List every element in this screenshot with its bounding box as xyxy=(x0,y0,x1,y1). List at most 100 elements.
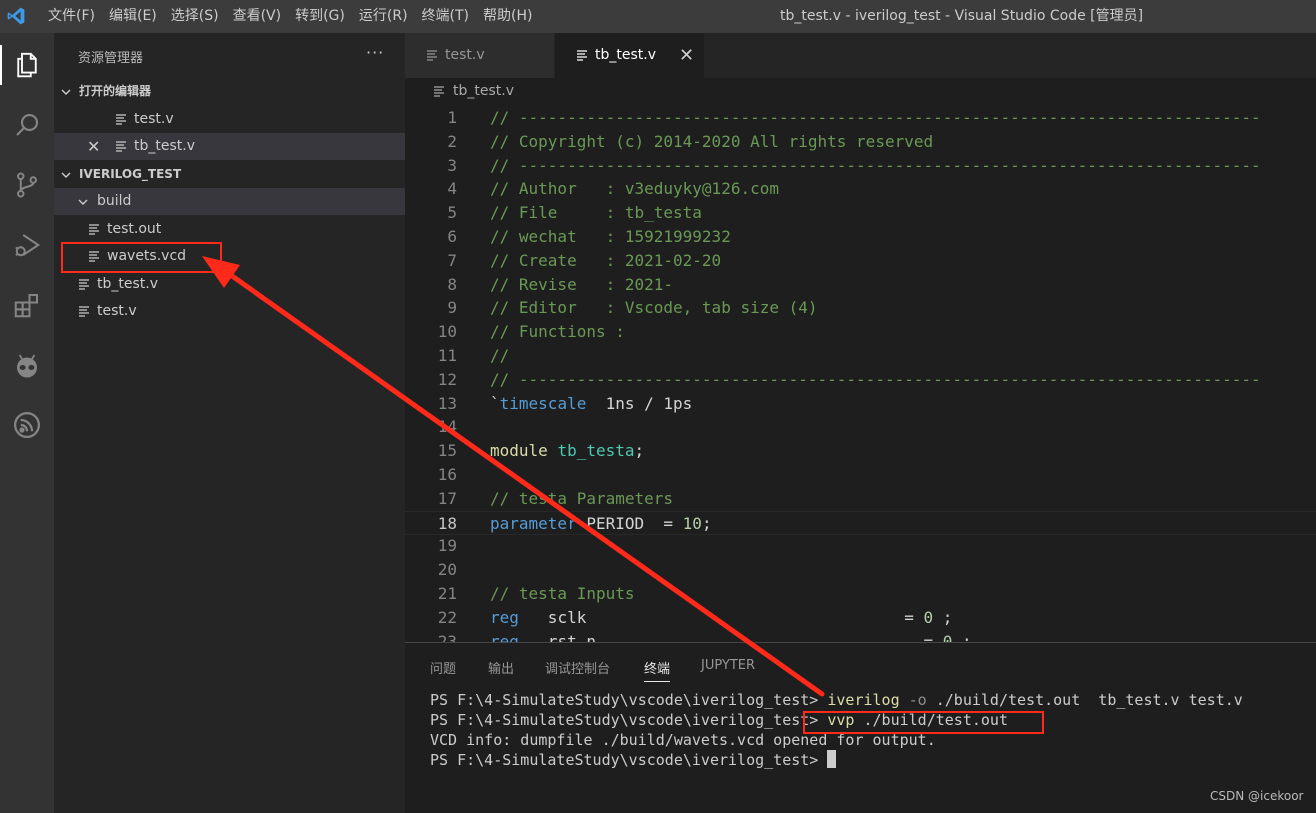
open-editor-item[interactable]: ✕ tb_test.v xyxy=(54,133,405,160)
code-token: rst_n = xyxy=(518,631,943,642)
file-lines-icon xyxy=(79,279,89,290)
terminal-text: PS F:\4-SimulateStudy\vscode\iverilog_te… xyxy=(430,711,828,729)
tab-output[interactable]: 输出 xyxy=(488,658,514,678)
code-token: reg xyxy=(490,607,519,627)
code-text: // Create : 2021-02-20 xyxy=(490,249,721,273)
source-control-icon[interactable] xyxy=(0,160,54,210)
code-line[interactable]: 15 module tb_testa; xyxy=(405,439,1316,463)
more-actions-button[interactable]: ··· xyxy=(366,43,384,62)
code-text: // -------------------------------------… xyxy=(490,368,1261,392)
code-line[interactable]: 3 // ------------------------------------… xyxy=(405,154,1316,178)
run-debug-icon[interactable] xyxy=(0,220,54,270)
code-line[interactable]: 23 reg rst_n = 0 ; xyxy=(405,630,1316,642)
menu-help[interactable]: 帮助(H) xyxy=(483,0,532,33)
code-token: // testa Inputs xyxy=(490,584,635,603)
code-text: // Functions : xyxy=(490,320,625,344)
line-number: 1 xyxy=(447,108,457,127)
line-number: 20 xyxy=(437,560,457,580)
menu-terminal[interactable]: 终端(T) xyxy=(422,0,469,33)
line-number: 12 xyxy=(437,369,457,389)
open-editor-item[interactable]: test.v xyxy=(54,106,405,133)
menu-run[interactable]: 运行(R) xyxy=(359,0,408,33)
code-token: ; xyxy=(701,513,712,533)
code-token: timescale xyxy=(499,393,587,413)
tree-folder[interactable]: build xyxy=(54,188,405,215)
terminal-text: PS F:\4-SimulateStudy\vscode\iverilog_te… xyxy=(430,691,828,709)
alien-icon[interactable] xyxy=(0,340,54,390)
tab-debug-console[interactable]: 调试控制台 xyxy=(545,658,610,678)
menu-go[interactable]: 转到(G) xyxy=(295,0,345,33)
code-line[interactable]: 12 // -----------------------------------… xyxy=(405,368,1316,392)
explorer-icon[interactable] xyxy=(0,40,54,90)
line-number: 11 xyxy=(437,346,457,365)
code-line[interactable]: 8 // Revise : 2021- xyxy=(405,273,1316,297)
tab-label: tb_test.v xyxy=(595,47,656,63)
code-line[interactable]: 4 // Author : v3eduyky@126.com xyxy=(405,177,1316,201)
code-line[interactable]: 1 // ------------------------------------… xyxy=(405,106,1316,130)
code-token: // xyxy=(490,346,510,365)
code-line[interactable]: 19 xyxy=(405,534,1316,558)
code-line[interactable]: 17 // testa Parameters xyxy=(405,487,1316,511)
breadcrumb[interactable]: tb_test.v xyxy=(405,78,1316,104)
code-token: ; xyxy=(634,441,645,461)
code-token: 10 xyxy=(682,513,702,533)
code-text: // Revise : 2021- xyxy=(490,273,673,297)
file-name: test.v xyxy=(134,111,174,127)
code-line[interactable]: 5 // File : tb_testa xyxy=(405,201,1316,225)
menu-edit[interactable]: 编辑(E) xyxy=(109,0,157,33)
code-line[interactable]: 18 parameter PERIOD = 10; xyxy=(405,510,1316,535)
code-line[interactable]: 11 // xyxy=(405,344,1316,368)
code-line[interactable]: 20 xyxy=(405,558,1316,582)
wifi-signal-icon[interactable] xyxy=(0,400,54,450)
close-icon[interactable]: ✕ xyxy=(87,133,100,160)
code-line[interactable]: 6 // wechat : 15921999232 xyxy=(405,225,1316,249)
line-number: 14 xyxy=(437,417,457,437)
code-editor[interactable]: 1 // ------------------------------------… xyxy=(405,104,1316,642)
file-name: tb_test.v xyxy=(97,276,158,292)
code-line[interactable]: 21 // testa Inputs xyxy=(405,582,1316,606)
code-line[interactable]: 9 // Editor : Vscode, tab size (4) xyxy=(405,296,1316,320)
tree-file[interactable]: tb_test.v xyxy=(54,271,405,298)
code-line[interactable]: 16 xyxy=(405,463,1316,487)
line-number: 10 xyxy=(437,322,457,342)
code-line[interactable]: 10 // Functions : xyxy=(405,320,1316,344)
code-text: reg sclk = 0 ; xyxy=(490,606,952,630)
menu-view[interactable]: 查看(V) xyxy=(233,0,282,33)
code-line[interactable]: 7 // Create : 2021-02-20 xyxy=(405,249,1316,273)
code-line[interactable]: 14 xyxy=(405,415,1316,439)
line-number: 4 xyxy=(447,179,457,199)
tab-tb-test-v[interactable]: tb_test.v ✕ xyxy=(555,33,704,78)
terminal-cursor xyxy=(827,750,837,768)
tab-problems[interactable]: 问题 xyxy=(430,658,456,678)
open-editors-section[interactable]: 打开的编辑器 xyxy=(54,78,405,105)
folder-name: build xyxy=(97,193,132,209)
line-number: 18 xyxy=(437,513,457,533)
tab-jupyter[interactable]: JUPYTER xyxy=(701,658,755,678)
code-text: // File : tb_testa xyxy=(490,201,702,225)
code-token: // Create : 2021-02-20 xyxy=(490,250,722,270)
menu-file[interactable]: 文件(F) xyxy=(48,0,95,33)
file-lines-icon xyxy=(116,141,126,152)
tree-file[interactable]: test.out xyxy=(54,216,405,243)
line-number: 13 xyxy=(437,393,457,413)
search-icon[interactable] xyxy=(0,100,54,150)
tree-file[interactable]: test.v xyxy=(54,298,405,325)
code-token: // Revise : 2021- xyxy=(490,274,674,294)
extensions-icon[interactable] xyxy=(0,280,54,330)
code-token: tb_testa xyxy=(557,441,635,461)
terminal-line: PS F:\4-SimulateStudy\vscode\iverilog_te… xyxy=(430,690,1243,710)
title-bar: 文件(F) 编辑(E) 选择(S) 查看(V) 转到(G) 运行(R) 终端(T… xyxy=(0,0,1316,33)
code-line[interactable]: 2 // Copyright (c) 2014-2020 All rights r… xyxy=(405,130,1316,154)
close-icon[interactable]: ✕ xyxy=(679,33,694,78)
tab-terminal[interactable]: 终端 xyxy=(644,658,671,682)
code-line[interactable]: 13 `timescale 1ns / 1ps xyxy=(405,392,1316,416)
code-line[interactable]: 22 reg sclk = 0 ; xyxy=(405,606,1316,630)
line-number: 19 xyxy=(437,536,457,556)
tab-test-v[interactable]: test.v xyxy=(405,33,554,78)
menu-selection[interactable]: 选择(S) xyxy=(171,0,219,33)
code-text: // Copyright (c) 2014-2020 All rights re… xyxy=(490,130,933,154)
file-lines-icon xyxy=(577,50,587,61)
project-section[interactable]: IVERILOG_TEST xyxy=(54,161,405,188)
line-number: 3 xyxy=(447,155,457,175)
window-title: tb_test.v - iverilog_test - Visual Studi… xyxy=(780,8,1144,24)
